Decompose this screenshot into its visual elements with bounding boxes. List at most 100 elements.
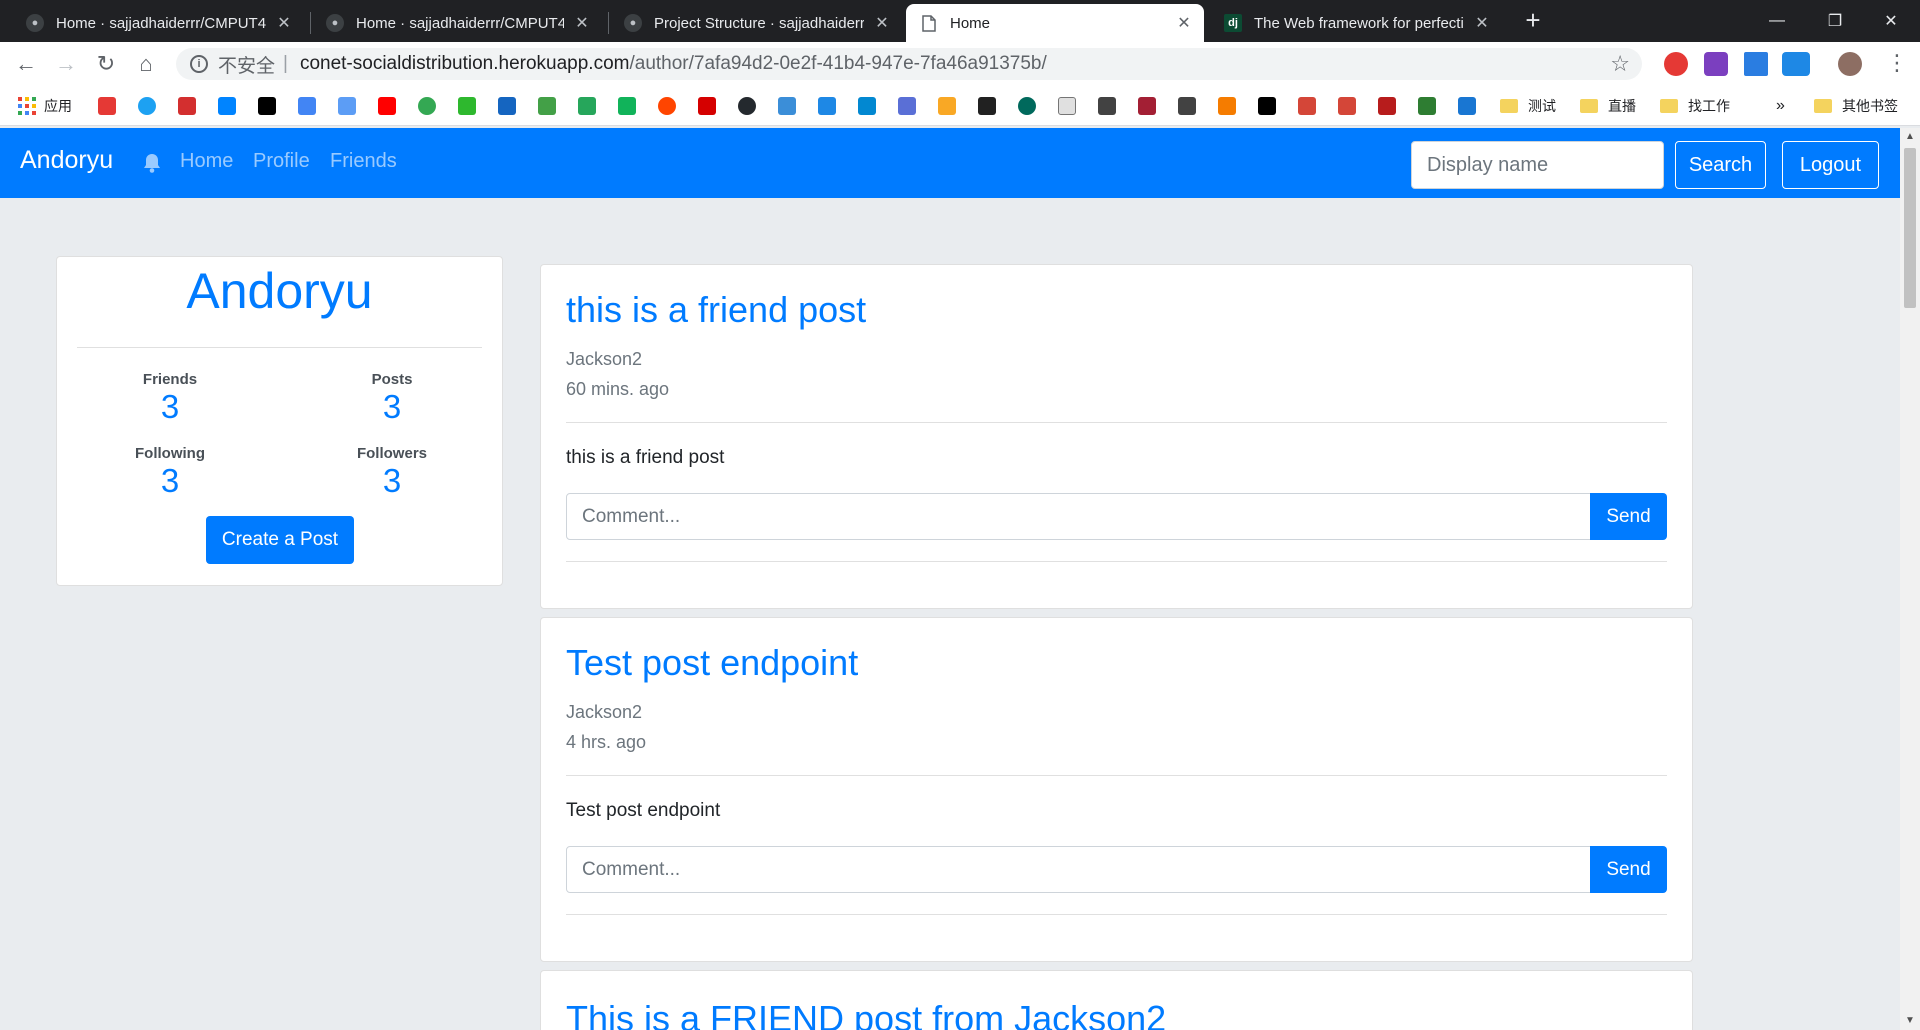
bookmark-item[interactable]	[1338, 95, 1362, 117]
opera-extension-icon[interactable]	[1664, 52, 1688, 76]
browser-tab[interactable]: ● Home · sajjadhaiderrr/CMPUT404 ✕	[312, 4, 602, 42]
bookmark-folder[interactable]: 测试	[1500, 95, 1556, 117]
reload-icon[interactable]: ↻	[92, 50, 120, 78]
bookmark-item[interactable]	[258, 95, 282, 117]
bookmark-item[interactable]	[818, 95, 842, 117]
stat-posts[interactable]: Posts 3	[292, 371, 492, 426]
new-tab-button[interactable]: +	[1520, 7, 1546, 34]
page-scrollbar[interactable]: ▲ ▼	[1900, 128, 1920, 1030]
scrollbar-thumb[interactable]	[1904, 148, 1916, 308]
browser-tab[interactable]: ● Project Structure · sajjadhaiderrr ✕	[610, 4, 902, 42]
stat-followers[interactable]: Followers 3	[292, 445, 492, 500]
bookmark-item[interactable]	[578, 95, 602, 117]
avatar[interactable]	[1838, 52, 1862, 76]
nav-link-friends[interactable]: Friends	[330, 150, 397, 173]
bookmark-apps[interactable]: 应用	[18, 95, 72, 117]
search-button[interactable]: Search	[1675, 141, 1766, 189]
bookmark-item[interactable]	[498, 95, 522, 117]
home-icon[interactable]: ⌂	[132, 50, 160, 78]
bookmark-item[interactable]	[858, 95, 882, 117]
forward-arrow-icon[interactable]: →	[52, 50, 80, 78]
close-tab-icon[interactable]: ✕	[1474, 13, 1490, 33]
onenote-extension-icon[interactable]	[1704, 52, 1728, 76]
close-tab-icon[interactable]: ✕	[1176, 13, 1192, 33]
bookmark-favicon-icon	[538, 97, 556, 115]
bookmark-item[interactable]	[458, 95, 482, 117]
post-title[interactable]: this is a friend post	[566, 289, 866, 331]
restore-window-button[interactable]: ❐	[1806, 0, 1864, 42]
browser-menu-icon[interactable]: ⋮	[1886, 48, 1908, 80]
bookmark-item[interactable]	[738, 95, 762, 117]
send-comment-button[interactable]: Send	[1590, 846, 1667, 893]
close-window-button[interactable]: ✕	[1862, 0, 1920, 42]
bookmark-item[interactable]	[938, 95, 962, 117]
other-bookmarks[interactable]: 其他书签	[1814, 95, 1898, 117]
bookmark-item[interactable]	[1058, 95, 1082, 117]
back-arrow-icon[interactable]: ←	[12, 50, 40, 78]
bookmark-item[interactable]	[618, 95, 642, 117]
send-comment-button[interactable]: Send	[1590, 493, 1667, 540]
minimize-window-button[interactable]: —	[1748, 0, 1806, 42]
bookmark-item[interactable]	[218, 95, 242, 117]
bookmark-item[interactable]	[698, 95, 722, 117]
comment-input[interactable]	[566, 493, 1591, 540]
bookmark-folder[interactable]: 找工作	[1660, 95, 1730, 117]
bookmark-item[interactable]	[1018, 95, 1042, 117]
logout-button[interactable]: Logout	[1782, 141, 1879, 189]
navbar-brand[interactable]: Andoryu	[20, 146, 113, 175]
stat-value: 3	[382, 462, 402, 499]
toggle-off-extension-icon[interactable]	[1782, 52, 1810, 76]
bookmark-item[interactable]	[898, 95, 922, 117]
post-author[interactable]: Jackson2	[566, 349, 642, 370]
nav-link-home[interactable]: Home	[180, 150, 233, 173]
search-input[interactable]	[1411, 141, 1664, 189]
bookmark-item[interactable]	[138, 95, 162, 117]
bookmark-item[interactable]	[1138, 95, 1162, 117]
bookmark-item[interactable]	[338, 95, 362, 117]
downloader-extension-icon[interactable]	[1744, 52, 1768, 76]
scroll-up-arrow-icon[interactable]: ▲	[1900, 128, 1920, 146]
bookmark-item[interactable]	[1178, 95, 1202, 117]
browser-tab[interactable]: ● Home · sajjadhaiderrr/CMPUT404 ✕	[12, 4, 304, 42]
browser-tab-active[interactable]: Home ✕	[906, 4, 1204, 42]
close-tab-icon[interactable]: ✕	[574, 13, 590, 33]
bookmark-item[interactable]	[1218, 95, 1242, 117]
nav-link-profile[interactable]: Profile	[253, 150, 310, 173]
bookmark-item[interactable]	[178, 95, 202, 117]
bookmark-item[interactable]	[1458, 95, 1482, 117]
bookmark-item[interactable]	[778, 95, 802, 117]
post-title[interactable]: This is a FRIEND post from Jackson2	[566, 998, 1166, 1030]
bookmark-item[interactable]	[1418, 95, 1442, 117]
address-bar[interactable]: i 不安全 | conet-socialdistribution.herokua…	[176, 48, 1642, 80]
bookmark-item[interactable]	[298, 95, 322, 117]
bell-icon[interactable]	[143, 153, 161, 173]
bookmarks-overflow-button[interactable]: »	[1776, 95, 1785, 117]
close-tab-icon[interactable]: ✕	[276, 13, 292, 33]
create-post-button[interactable]: Create a Post	[206, 516, 354, 564]
bookmark-item[interactable]	[98, 95, 122, 117]
close-tab-icon[interactable]: ✕	[874, 13, 890, 33]
bookmark-folder[interactable]: 直播	[1580, 95, 1636, 117]
divider	[566, 561, 1667, 562]
address-path: /author/7afa94d2-0e2f-41b4-947e-7fa46a91…	[629, 53, 1047, 74]
bookmark-star-icon[interactable]: ☆	[1610, 51, 1630, 77]
browser-tab[interactable]: dj The Web framework for perfectionists …	[1210, 4, 1502, 42]
bookmark-item[interactable]	[978, 95, 1002, 117]
comment-input[interactable]	[566, 846, 1591, 893]
bookmark-item[interactable]	[658, 95, 682, 117]
reddit-icon	[658, 97, 676, 115]
stat-following[interactable]: Following 3	[70, 445, 270, 500]
post-title[interactable]: Test post endpoint	[566, 642, 858, 684]
stat-friends[interactable]: Friends 3	[70, 371, 270, 426]
stat-value: 3	[382, 388, 402, 425]
bookmark-item[interactable]	[1378, 95, 1402, 117]
bookmark-item[interactable]	[538, 95, 562, 117]
bookmark-item[interactable]	[1298, 95, 1322, 117]
bookmark-item[interactable]	[418, 95, 442, 117]
info-icon[interactable]: i	[190, 55, 208, 73]
bookmark-item[interactable]	[1258, 95, 1282, 117]
bookmark-item[interactable]	[1098, 95, 1122, 117]
scroll-down-arrow-icon[interactable]: ▼	[1900, 1012, 1920, 1030]
bookmark-item[interactable]	[378, 95, 402, 117]
post-author[interactable]: Jackson2	[566, 702, 642, 723]
